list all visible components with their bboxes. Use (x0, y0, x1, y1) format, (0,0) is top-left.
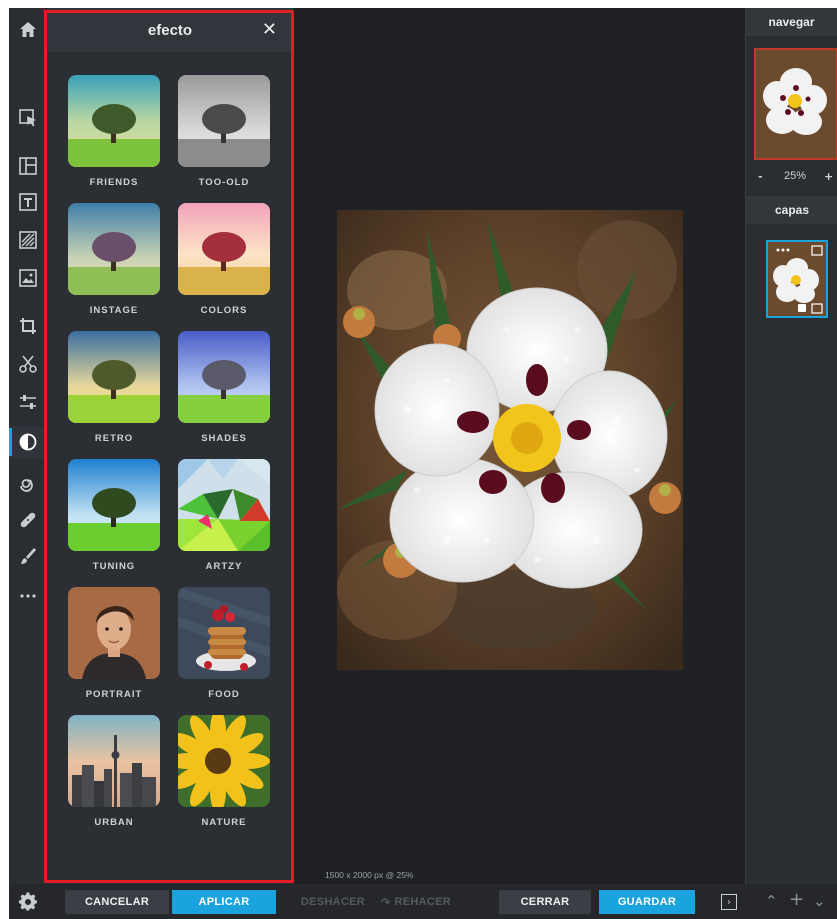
heal-icon[interactable] (9, 504, 47, 536)
undo-button[interactable]: DESHACER (292, 890, 374, 914)
effect-thumbnail (68, 203, 160, 295)
effect-thumbnail (178, 587, 270, 679)
image-icon[interactable] (9, 262, 47, 294)
plus-icon[interactable]: + (789, 889, 804, 910)
layers-title: capas (746, 196, 837, 224)
effect-colors[interactable]: COLORS (178, 203, 270, 331)
effect-grid: FRIENDS TOO-OLD INSTAGE COLORS RETRO SHA… (68, 75, 278, 843)
right-panels: navegar - 25% + capas (745, 8, 837, 884)
effect-label: NATURE (201, 817, 247, 828)
zoom-out-button[interactable]: - (758, 170, 763, 183)
save-button[interactable]: GUARDAR (599, 890, 695, 914)
effect-thumbnail (178, 331, 270, 423)
editor-app: efecto ✕ FRIENDS TOO-OLD INSTAGE COLORS … (9, 8, 837, 919)
brush-icon[interactable] (9, 540, 47, 572)
effect-food[interactable]: FOOD (178, 587, 270, 715)
effect-label: PORTRAIT (85, 689, 143, 700)
effect-retro[interactable]: RETRO (68, 331, 160, 459)
redo-button[interactable]: ↷ REHACER (381, 890, 471, 914)
effect-too-old[interactable]: TOO-OLD (178, 75, 270, 203)
effect-nature[interactable]: NATURE (178, 715, 270, 843)
cut-icon[interactable] (9, 348, 47, 380)
home-icon[interactable] (9, 14, 47, 46)
navigator-title: navegar (746, 8, 837, 36)
texture-icon[interactable] (9, 224, 47, 256)
swirl-icon[interactable] (9, 466, 47, 498)
effect-instage[interactable]: INSTAGE (68, 203, 160, 331)
effect-thumbnail (68, 587, 160, 679)
cancel-button[interactable]: CANCELAR (65, 890, 169, 914)
crop-icon[interactable] (9, 310, 47, 342)
adjust-icon[interactable] (9, 386, 47, 418)
effect-icon[interactable] (9, 426, 47, 458)
effect-thumbnail (68, 715, 160, 807)
effect-label: FRIENDS (89, 177, 139, 188)
zoom-level: 25% (784, 170, 807, 182)
effect-panel: efecto ✕ FRIENDS TOO-OLD INSTAGE COLORS … (47, 8, 293, 884)
gear-icon[interactable] (18, 892, 38, 912)
effect-label: URBAN (94, 817, 134, 828)
panel-title: efecto (147, 21, 193, 39)
close-button[interactable]: CERRAR (499, 890, 591, 914)
chevron-down-icon[interactable]: ⌄ (813, 892, 826, 910)
effect-artzy[interactable]: ARTZY (178, 459, 270, 587)
effect-label: ARTZY (205, 561, 243, 572)
effect-label: COLORS (200, 305, 248, 316)
effect-thumbnail (178, 715, 270, 807)
effect-label: TOO-OLD (198, 177, 250, 188)
layout-icon[interactable] (9, 150, 47, 182)
effect-urban[interactable]: URBAN (68, 715, 160, 843)
zoom-controls: - 25% + (746, 166, 837, 186)
effect-tuning[interactable]: TUNING (68, 459, 160, 587)
select-icon[interactable] (9, 102, 47, 134)
navigator-thumbnail[interactable] (754, 48, 837, 160)
canvas-image[interactable] (337, 210, 683, 670)
zoom-in-button[interactable]: + (824, 170, 833, 183)
text-icon[interactable] (9, 186, 47, 218)
redo-label: REHACER (394, 896, 452, 908)
redo-icon: ↷ (381, 896, 391, 909)
apply-button[interactable]: APLICAR (172, 890, 276, 914)
panel-header: efecto ✕ (47, 8, 293, 52)
canvas-stage: 1500 x 2000 px @ 25% (293, 8, 745, 884)
effect-label: RETRO (94, 433, 134, 444)
image-size-info: 1500 x 2000 px @ 25% (325, 870, 414, 880)
layer-item[interactable] (766, 240, 828, 318)
more-icon[interactable] (9, 580, 47, 612)
effect-thumbnail (68, 459, 160, 551)
effect-label: TUNING (92, 561, 136, 572)
effect-portrait[interactable]: PORTRAIT (68, 587, 160, 715)
panel-toggle-icon[interactable]: › (721, 894, 737, 910)
bottom-bar: CANCELAR APLICAR DESHACER ↷ REHACER CERRA… (9, 884, 837, 919)
effect-label: SHADES (201, 433, 247, 444)
effect-thumbnail (178, 203, 270, 295)
effect-friends[interactable]: FRIENDS (68, 75, 160, 203)
left-toolbar (9, 8, 47, 884)
effect-thumbnail (178, 459, 270, 551)
close-icon[interactable]: ✕ (262, 19, 277, 40)
effect-thumbnail (68, 75, 160, 167)
effect-label: INSTAGE (89, 305, 139, 316)
chevron-up-icon[interactable]: ⌃ (765, 892, 778, 910)
effect-thumbnail (178, 75, 270, 167)
effect-label: FOOD (208, 689, 240, 700)
effect-thumbnail (68, 331, 160, 423)
effect-shades[interactable]: SHADES (178, 331, 270, 459)
